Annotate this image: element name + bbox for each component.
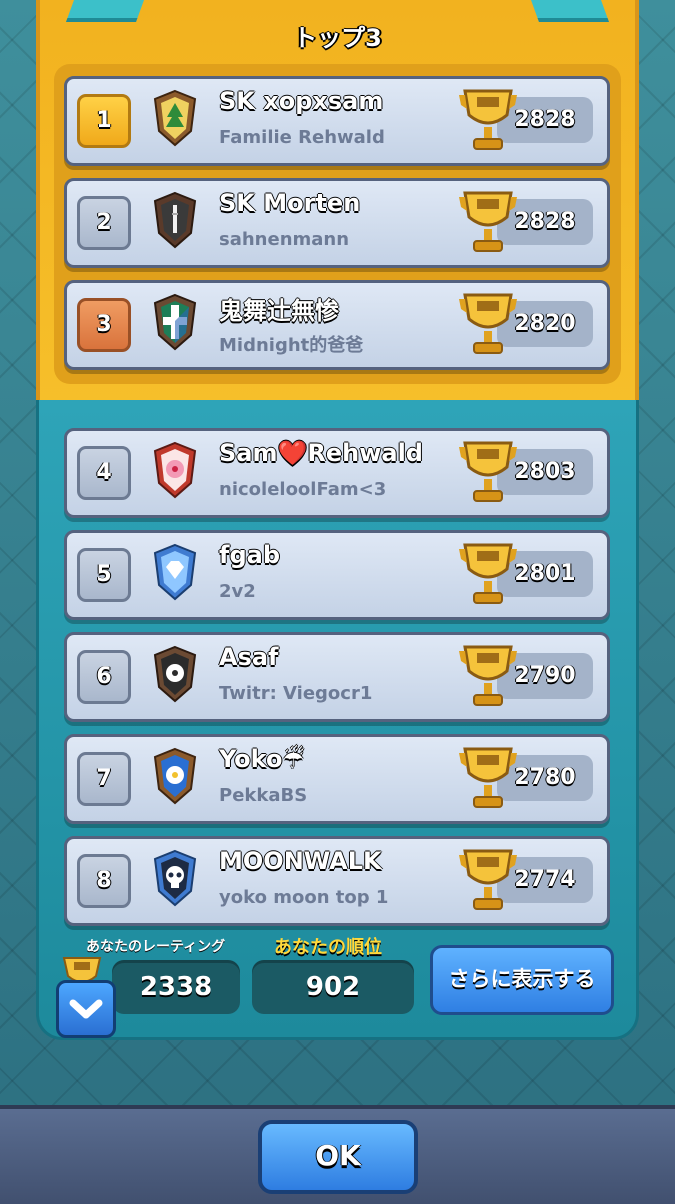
trophy-icon [457, 539, 519, 609]
clan-name: 2v2 [219, 581, 256, 602]
cross-shield-icon [151, 291, 199, 355]
rank-number: 8 [77, 854, 131, 908]
trophy-icon [457, 187, 519, 257]
leaderboard-row[interactable]: 4 Sam❤️Rehwald nicoleloolFam<3 2803 [64, 428, 610, 518]
daisy-shield-icon [151, 745, 199, 809]
diamond-shield-icon [151, 541, 199, 605]
clan-name: Midnight的爸爸 [219, 335, 364, 356]
player-name: 鬼舞辻無惨 [219, 297, 339, 325]
player-name: Asaf [219, 643, 279, 671]
clan-name: Familie Rehwald [219, 127, 385, 148]
player-name: fgab [219, 541, 280, 569]
rank-number: 1 [77, 94, 131, 148]
player-name: Sam❤️Rehwald [219, 439, 423, 467]
player-name: SK Morten [219, 189, 361, 217]
trophy-icon [457, 437, 519, 507]
leaderboard-row[interactable]: 6 Asaf Twitr: Viegocr1 2790 [64, 632, 610, 722]
leaderboard-row[interactable]: 3 鬼舞辻無惨 Midnight的爸爸 2820 [64, 280, 610, 370]
leaderboard-row[interactable]: 7 Yoko☔ PekkaBS 2780 [64, 734, 610, 824]
bamboo-shield-icon [151, 189, 199, 253]
trophy-icon [457, 85, 519, 155]
tree-shield-icon [151, 87, 199, 151]
trophy-icon [457, 641, 519, 711]
rank-number: 7 [77, 752, 131, 806]
rank-number: 3 [77, 298, 131, 352]
rank-number: 6 [77, 650, 131, 704]
trophy-icon [457, 289, 519, 359]
player-name: SK xopxsam [219, 87, 384, 115]
show-more-button[interactable]: さらに表示する [430, 945, 614, 1015]
clan-name: nicoleloolFam<3 [219, 479, 387, 500]
chevron-down-icon [69, 999, 103, 1019]
trophy-icon [457, 845, 519, 915]
skull-shield-icon [151, 847, 199, 911]
clan-name: PekkaBS [219, 785, 308, 806]
leaderboard-row[interactable]: 2 SK Morten sahnenmann 2828 [64, 178, 610, 268]
rank-number: 2 [77, 196, 131, 250]
clan-name: yoko moon top 1 [219, 887, 389, 908]
rating-pill: 2338 [112, 960, 240, 1014]
rating-label: あなたのレーティング [86, 939, 226, 955]
leaderboard-row[interactable]: 5 fgab 2v2 2801 [64, 530, 610, 620]
clan-name: sahnenmann [219, 229, 350, 250]
trophy-icon [457, 743, 519, 813]
rank-value: 902 [305, 972, 361, 1002]
leaderboard-row[interactable]: 8 MOONWALK yoko moon top 1 2774 [64, 836, 610, 926]
rank-number: 5 [77, 548, 131, 602]
leaderboard-row[interactable]: 1 SK xopxsam Familie Rehwald 2828 [64, 76, 610, 166]
clan-name: Twitr: Viegocr1 [219, 683, 373, 704]
ok-button[interactable]: OK [258, 1120, 418, 1194]
top3-title: トップ3 [293, 24, 382, 52]
scroll-down-button[interactable] [56, 980, 116, 1038]
rank-number: 4 [77, 446, 131, 500]
rank-pill: 902 [252, 960, 414, 1014]
rank-label: あなたの順位 [274, 937, 382, 958]
blossom-shield-icon [151, 439, 199, 503]
rating-value: 2338 [139, 972, 213, 1002]
player-name: Yoko☔ [219, 745, 304, 773]
player-name: MOONWALK [219, 847, 382, 875]
flower-shield-icon [151, 643, 199, 707]
